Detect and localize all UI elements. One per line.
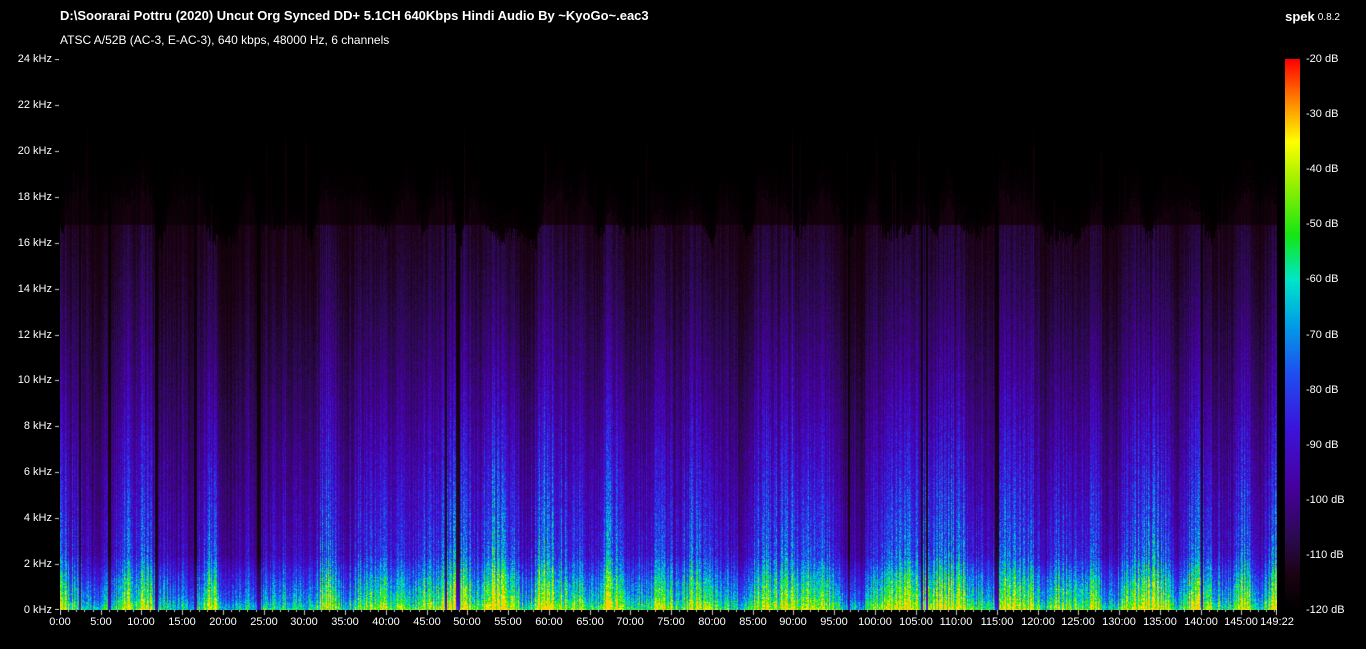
time-tick-label: 95:00 [820, 616, 848, 628]
app-name: spek [1285, 9, 1315, 24]
colorbar-legend [1285, 59, 1300, 610]
freq-tick-label: 22 kHz [17, 99, 52, 111]
app-brand: spek 0.8.2 [1285, 8, 1340, 26]
app-version: 0.8.2 [1317, 12, 1340, 23]
time-tick-label: 125:00 [1061, 616, 1095, 628]
freq-tick-label: 4 kHz [23, 512, 52, 524]
stream-info: ATSC A/52B (AC-3, E-AC-3), 640 kbps, 480… [60, 33, 390, 47]
freq-tick-label: 6 kHz [23, 466, 52, 478]
time-tick-label: 105:00 [899, 616, 933, 628]
db-tick-label: -60 dB [1306, 273, 1339, 285]
db-tick-label: -30 dB [1306, 108, 1339, 120]
db-tick-label: -50 dB [1306, 218, 1339, 230]
freq-tick-label: 0 kHz [23, 604, 52, 616]
time-tick-label: 30:00 [290, 616, 318, 628]
freq-tick-label: 2 kHz [23, 558, 52, 570]
db-tick-label: -110 dB [1306, 549, 1344, 561]
time-tick-label: 75:00 [657, 616, 685, 628]
freq-tick-label: 12 kHz [17, 329, 52, 341]
db-tick-label: -70 dB [1306, 329, 1339, 341]
time-tick-label: 145:00 [1224, 616, 1258, 628]
time-tick-label: 50:00 [453, 616, 481, 628]
time-tick-label: 149:22 [1260, 616, 1294, 628]
time-tick-label: 25:00 [250, 616, 278, 628]
time-tick-label: 35:00 [331, 616, 359, 628]
time-tick-label: 100:00 [858, 616, 892, 628]
time-tick-label: 45:00 [413, 616, 441, 628]
time-tick-label: 5:00 [90, 616, 112, 628]
time-tick-label: 85:00 [739, 616, 767, 628]
time-tick-label: 140:00 [1184, 616, 1218, 628]
time-tick-label: 0:00 [49, 616, 71, 628]
db-tick-label: -120 dB [1306, 604, 1345, 616]
spectrogram [60, 59, 1277, 610]
time-tick-label: 55:00 [494, 616, 522, 628]
time-tick-label: 15:00 [168, 616, 196, 628]
spek-window: D:\Soorarai Pottru (2020) Uncut Org Sync… [0, 0, 1366, 649]
freq-tick-label: 16 kHz [17, 237, 52, 249]
time-tick-label: 120:00 [1021, 616, 1055, 628]
time-tick-label: 80:00 [698, 616, 726, 628]
db-tick-label: -90 dB [1306, 439, 1339, 451]
time-tick-label: 60:00 [535, 616, 563, 628]
freq-tick-label: 8 kHz [23, 420, 52, 432]
db-tick-label: -20 dB [1306, 53, 1339, 65]
freq-tick-label: 14 kHz [17, 283, 52, 295]
db-tick-label: -80 dB [1306, 384, 1339, 396]
time-tick-label: 90:00 [779, 616, 807, 628]
time-tick-label: 110:00 [939, 616, 973, 628]
freq-tick-label: 20 kHz [17, 145, 52, 157]
time-axis-ticks [60, 610, 1277, 616]
time-tick-label: 130:00 [1102, 616, 1136, 628]
frequency-axis-ticks [53, 59, 59, 610]
db-tick-label: -100 dB [1306, 494, 1345, 506]
time-tick-label: 70:00 [616, 616, 644, 628]
freq-tick-label: 18 kHz [17, 191, 52, 203]
time-tick-label: 115:00 [980, 616, 1014, 628]
time-tick-label: 65:00 [576, 616, 604, 628]
db-tick-label: -40 dB [1306, 163, 1339, 175]
time-tick-label: 40:00 [372, 616, 400, 628]
time-tick-label: 135:00 [1143, 616, 1177, 628]
time-tick-label: 20:00 [209, 616, 237, 628]
file-title: D:\Soorarai Pottru (2020) Uncut Org Sync… [60, 8, 649, 23]
freq-tick-label: 10 kHz [17, 374, 52, 386]
time-tick-label: 10:00 [127, 616, 155, 628]
freq-tick-label: 24 kHz [17, 53, 52, 65]
